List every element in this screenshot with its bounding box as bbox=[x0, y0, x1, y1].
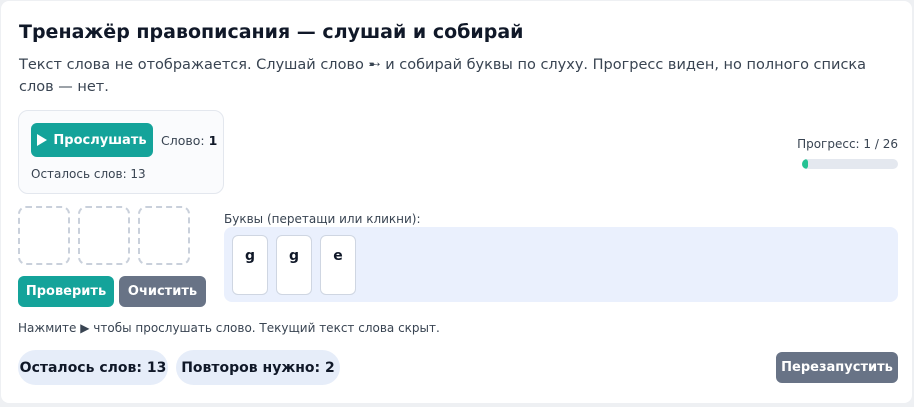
letter-tile[interactable]: e bbox=[320, 235, 356, 295]
play-button[interactable]: Прослушать bbox=[31, 123, 153, 157]
trainer-card: Тренажёр правописания — слушай и собирай… bbox=[1, 1, 912, 403]
remaining-words-text: Осталось слов: 13 bbox=[31, 167, 146, 181]
repeats-needed-badge: Повторов нужно: 2 bbox=[176, 350, 340, 385]
progress-text: Прогресс: 1 / 26 bbox=[797, 137, 898, 151]
player-panel: Прослушать Слово: 1 Осталось слов: 13 bbox=[18, 110, 224, 194]
play-button-label: Прослушать bbox=[53, 132, 147, 148]
word-label: Слово: bbox=[161, 133, 205, 148]
progress-fill bbox=[802, 159, 808, 169]
page-title: Тренажёр правописания — слушай и собирай bbox=[19, 21, 524, 43]
letter-tile[interactable]: g bbox=[276, 235, 312, 295]
clear-button[interactable]: Очистить bbox=[119, 276, 206, 307]
letters-label: Буквы (перетащи или кликни): bbox=[224, 212, 421, 226]
word-indicator: Слово: 1 bbox=[161, 133, 217, 148]
page-description: Текст слова не отображается. Слушай слов… bbox=[19, 57, 867, 95]
restart-button[interactable]: Перезапустить bbox=[776, 352, 898, 383]
remaining-words-badge: Осталось слов: 13 bbox=[18, 350, 168, 385]
answer-slot[interactable] bbox=[138, 206, 190, 265]
hint-text: Нажмите ▶ чтобы прослушать слово. Текущи… bbox=[18, 321, 440, 335]
answer-slot[interactable] bbox=[78, 206, 130, 265]
letter-tile[interactable]: g bbox=[232, 235, 268, 295]
word-number: 1 bbox=[208, 133, 218, 148]
answer-slot[interactable] bbox=[18, 206, 70, 265]
play-icon bbox=[37, 134, 48, 146]
letters-tray: g g e bbox=[224, 227, 898, 302]
progress-bar bbox=[802, 159, 898, 169]
check-button[interactable]: Проверить bbox=[18, 276, 114, 307]
